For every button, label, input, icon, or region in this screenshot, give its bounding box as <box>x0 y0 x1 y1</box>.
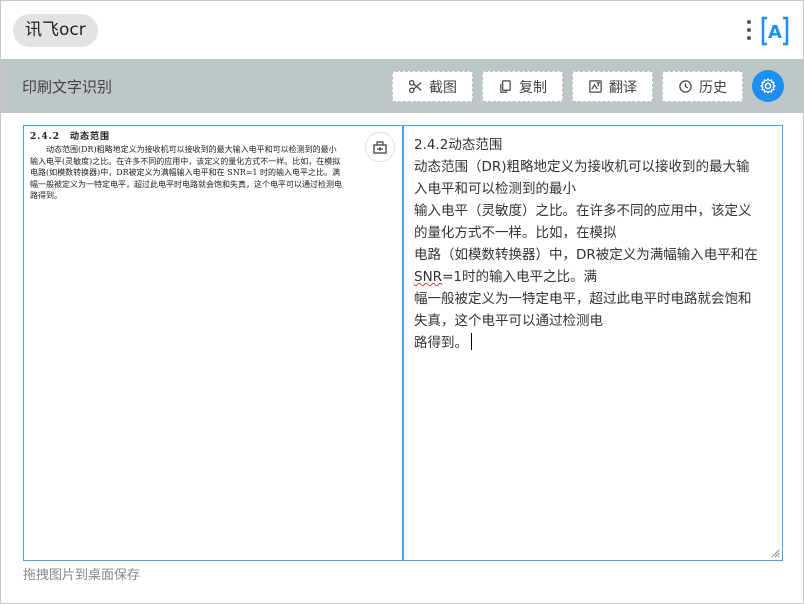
text-caret <box>471 333 472 350</box>
gear-icon <box>760 78 776 94</box>
result-line-text: 路得到。 <box>414 335 468 351</box>
result-line: 的量化方式不一样。比如，在模拟 <box>414 225 617 241</box>
copy-icon <box>500 80 511 93</box>
result-line: 输入电平（灵敏度）之比。在许多不同的应用中，该定义 <box>414 203 752 219</box>
app-logo-icon[interactable]: A <box>760 15 790 47</box>
ocr-result-textarea[interactable]: 2.4.2动态范围 动态范围（DR)粗略地定义为接收机可以接收到的最大输 入电平… <box>403 125 783 561</box>
settings-button[interactable] <box>752 70 784 102</box>
scan-line: 输入电平(灵敏度)之比。在许多不同的应用中，该定义的量化方式不一样。比如，在模拟 <box>30 156 341 166</box>
scan-line: 动态范围(DR)粗略地定义为接收机可以接收到的最大输入电平和可以检测到的最小 <box>46 145 337 154</box>
scanned-text-image: 2.4.2 动态范围 动态范围(DR)粗略地定义为接收机可以接收到的最大输入电平… <box>30 129 390 202</box>
translate-button[interactable]: 翻译 <box>572 71 653 102</box>
screenshot-label: 截图 <box>429 79 457 96</box>
result-line-last: 路得到。 <box>414 332 772 354</box>
screenshot-button[interactable]: 截图 <box>392 71 473 102</box>
result-line: 幅一般被定义为一特定电平，超过此电平时电路就会饱和 <box>414 291 752 307</box>
toolbar: 印刷文字识别 截图 复制 翻译 历史 <box>1 59 803 113</box>
copy-button[interactable]: 复制 <box>482 71 563 102</box>
more-menu-icon[interactable] <box>745 18 753 44</box>
scan-line: 幅一般被定义为一特定电平，超过此电平时电路就会饱和失真，这个电平可以通过检测电 <box>30 179 342 189</box>
app-title[interactable]: 讯飞ocr <box>13 14 98 47</box>
result-line: 电路（如模数转换器）中，DR被定义为满幅输入电平和在 <box>414 247 758 263</box>
result-line: SNR=1时的输入电平之比。满 <box>414 266 772 288</box>
mode-title: 印刷文字识别 <box>22 78 113 96</box>
history-label: 历史 <box>699 79 727 96</box>
source-image-panel[interactable]: 2.4.2 动态范围 动态范围(DR)粗略地定义为接收机可以接收到的最大输入电平… <box>23 125 403 561</box>
result-line: 2.4.2动态范围 <box>414 137 503 153</box>
scan-line: 电路(如模数转换器)中，DR被定义为满幅输入电平和在 SNR=1 时的输入电平之… <box>30 168 341 177</box>
logo-letter: A <box>768 22 782 43</box>
drag-save-hint: 拖拽图片到桌面保存 <box>23 568 141 583</box>
result-line: 动态范围（DR)粗略地定义为接收机可以接收到的最大输 <box>414 159 750 175</box>
scan-line: 路得到。 <box>30 191 62 200</box>
copy-label: 复制 <box>519 79 547 96</box>
app-window: 讯飞ocr A 印刷文字识别 截图 复制 翻译 历史 2.4.2 动态范围 动态… <box>0 0 804 604</box>
result-line: 入电平和可以检测到的最小 <box>414 181 576 197</box>
scan-heading: 2.4.2 动态范围 <box>30 132 111 142</box>
image-edit-icon <box>373 141 387 154</box>
result-line-rest: =1时的输入电平之比。满 <box>442 269 597 285</box>
image-edit-button[interactable] <box>365 132 395 162</box>
scissors-icon <box>408 79 422 94</box>
history-icon <box>679 80 692 93</box>
resize-grip-icon[interactable] <box>771 549 780 558</box>
translate-label: 翻译 <box>609 79 637 96</box>
result-line: 失真，这个电平可以通过检测电 <box>414 313 603 329</box>
translate-icon <box>589 80 602 93</box>
title-bar: 讯飞ocr A <box>1 1 803 59</box>
history-button[interactable]: 历史 <box>662 71 743 102</box>
spellcheck-word: SNR <box>414 269 443 285</box>
